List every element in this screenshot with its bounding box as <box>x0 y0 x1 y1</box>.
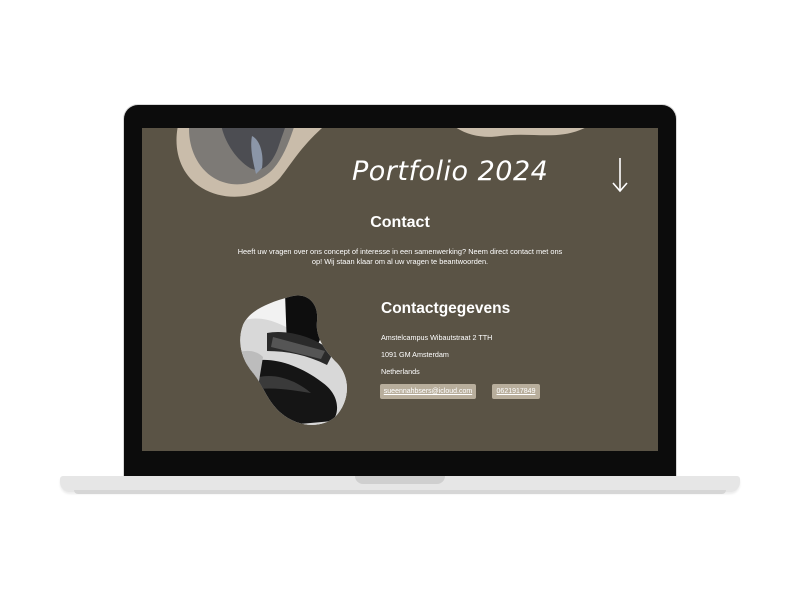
address-country: Netherlands <box>381 367 420 376</box>
address-line-2: 1091 GM Amsterdam <box>381 350 449 359</box>
laptop-base-lip <box>74 490 726 494</box>
decorative-photo-blob-left <box>176 128 322 197</box>
website-screen: Portfolio 2024 Contact Heeft uw vragen o… <box>142 128 658 451</box>
shoe-photo-blob <box>240 295 347 425</box>
contact-heading: Contact <box>370 214 430 231</box>
contact-details-heading: Contactgegevens <box>381 300 511 317</box>
laptop-notch <box>355 476 445 484</box>
arrow-down-icon[interactable] <box>608 156 632 194</box>
email-link[interactable]: sueennahbsers@icloud.com <box>380 384 476 399</box>
contact-intro-text: Heeft uw vragen over ons concept of inte… <box>237 247 563 266</box>
address-line-1: Amstelcampus Wibautstraat 2 TTH <box>381 333 493 342</box>
phone-link[interactable]: 0621917849 <box>492 384 540 399</box>
page-title: Portfolio 2024 <box>352 156 549 187</box>
